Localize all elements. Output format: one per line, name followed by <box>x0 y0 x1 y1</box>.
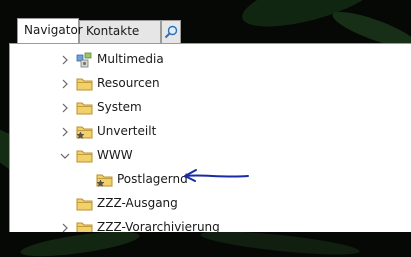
folder-icon <box>76 198 93 211</box>
tree-item-www[interactable]: WWW <box>10 144 411 168</box>
annotation-arrow-icon <box>184 169 249 182</box>
chevron-right-icon[interactable] <box>58 101 72 115</box>
tree-item-label: System <box>97 100 142 114</box>
tree-item-resourcen[interactable]: Resourcen <box>10 72 411 96</box>
folder-icon <box>76 102 93 115</box>
chevron-right-icon[interactable] <box>58 125 72 139</box>
folder-icon <box>76 78 93 91</box>
starred-folder-icon <box>76 126 93 139</box>
tree-item-unverteilt[interactable]: Unverteilt <box>10 120 411 144</box>
search-icon <box>164 25 178 39</box>
tree-item-label: ZZZ-Ausgang <box>97 196 178 210</box>
tree-item-zzz-ausgang[interactable]: ZZZ-Ausgang <box>10 192 411 216</box>
multimedia-folder-icon <box>76 52 92 68</box>
tree-item-label: Multimedia <box>97 52 164 66</box>
chevron-right-icon[interactable] <box>58 53 72 67</box>
tab-navigator[interactable]: Navigator <box>17 18 83 43</box>
tree-item-zzz-vorarchivierung[interactable]: ZZZ-Vorarchivierung <box>10 216 411 232</box>
tab-kontakte[interactable]: Kontakte <box>79 20 161 43</box>
tab-kontakte-label: Kontakte <box>86 24 140 38</box>
chevron-down-icon[interactable] <box>58 149 72 163</box>
tab-navigator-label: Navigator <box>24 23 83 37</box>
tree-item-label: Resourcen <box>97 76 160 90</box>
folder-icon <box>76 150 93 163</box>
tree-item-label: Postlagernd <box>117 172 188 186</box>
tree-item-label: ZZZ-Vorarchivierung <box>97 220 220 232</box>
navigator-tab-bar: Navigator Kontakte <box>17 18 411 43</box>
tree-item-label: WWW <box>97 148 133 162</box>
folder-tree-panel: Multimedia Resourcen System Unverteilt W… <box>9 43 411 232</box>
tree-item-multimedia[interactable]: Multimedia <box>10 48 411 72</box>
chevron-right-icon[interactable] <box>58 77 72 91</box>
starred-folder-icon <box>96 174 113 187</box>
folder-icon <box>76 222 93 232</box>
tree-item-system[interactable]: System <box>10 96 411 120</box>
search-tab[interactable] <box>161 20 181 43</box>
tree-item-label: Unverteilt <box>97 124 157 138</box>
chevron-right-icon[interactable] <box>58 221 72 232</box>
